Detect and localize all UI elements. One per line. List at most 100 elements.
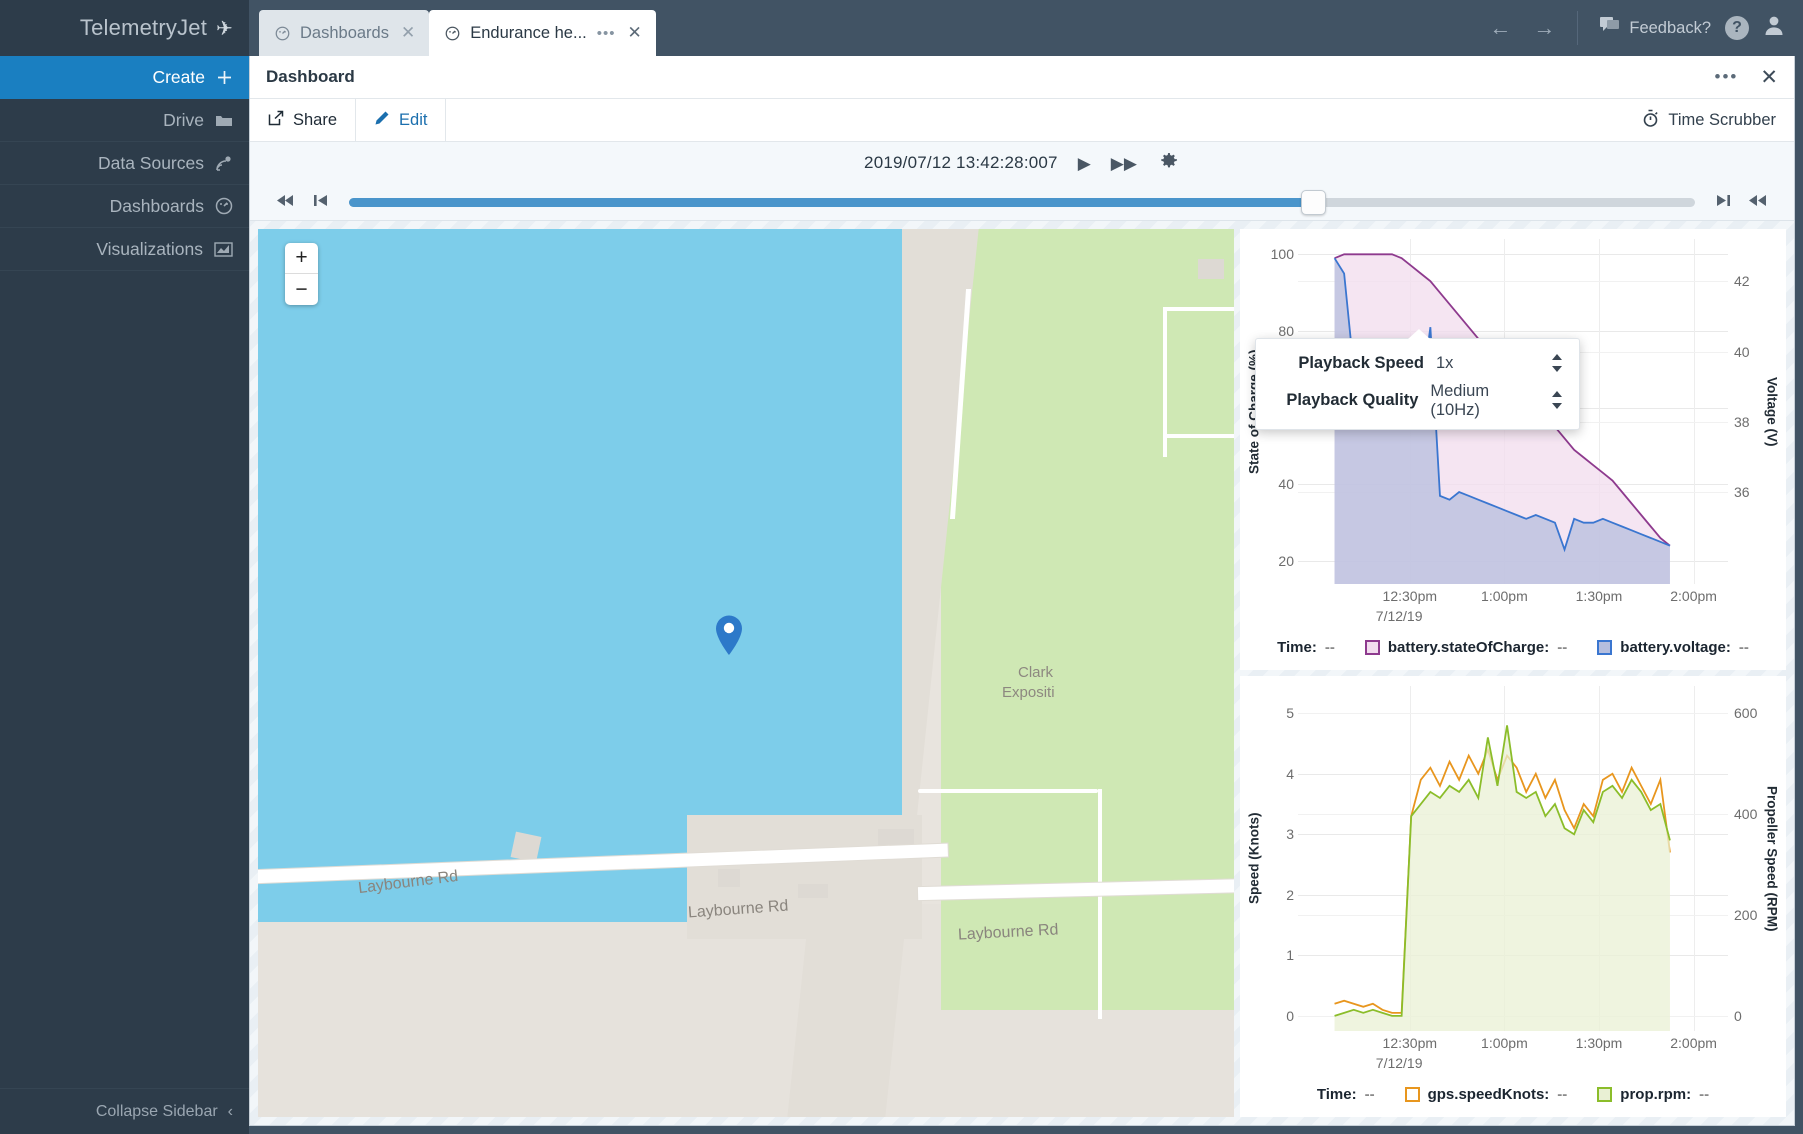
speed-chart-widget[interactable]: Speed (Knots) 012345 0200400600 Propelle… — [1240, 676, 1786, 1117]
speed-y2-axis-title: Propeller Speed (RPM) — [1762, 686, 1782, 1031]
playback-quality-value[interactable]: Medium (10Hz) — [1430, 382, 1539, 420]
edit-button[interactable]: Edit — [356, 99, 446, 142]
playback-speed-label: Playback Speed — [1272, 354, 1424, 373]
legend-item[interactable]: Time:-- — [1277, 639, 1335, 656]
legend-value: -- — [1557, 639, 1567, 656]
zoom-in-button[interactable]: + — [285, 243, 318, 274]
step-forward-button[interactable] — [1740, 193, 1776, 211]
legend-value: -- — [1325, 639, 1335, 656]
tab-dashboards[interactable]: Dashboards ✕ — [259, 10, 429, 56]
plus-icon — [216, 69, 233, 86]
legend-label: battery.voltage: — [1620, 639, 1731, 656]
speed-y-axis-ticks: 012345 — [1264, 686, 1298, 1031]
legend-item[interactable]: gps.speedKnots:-- — [1405, 1086, 1568, 1103]
time-scrubber-button[interactable]: Time Scrubber — [1624, 109, 1794, 132]
sidebar-item-label: Dashboards — [110, 196, 204, 217]
app-brand: TelemetryJet ✈ — [0, 0, 249, 56]
legend-item[interactable]: Time: -- — [1317, 1086, 1375, 1103]
collapse-sidebar-button[interactable]: Collapse Sidebar ‹ — [0, 1088, 249, 1134]
skip-to-end-button[interactable] — [1707, 193, 1740, 211]
speed-plot — [1298, 686, 1728, 1031]
legend-item[interactable]: battery.stateOfCharge: -- — [1365, 639, 1567, 656]
zoom-out-button[interactable]: − — [285, 274, 318, 305]
scrubber-handle[interactable] — [1301, 190, 1326, 215]
back-arrow-icon[interactable]: ← — [1489, 17, 1511, 39]
map-widget[interactable]: + − Laybourne RdLaybourne RdLaybourne Rd… — [258, 229, 1234, 1117]
scrubber-slider[interactable] — [349, 196, 1695, 209]
panel-header-actions: ••• ✕ — [1715, 67, 1778, 88]
playback-speed-stepper-icon[interactable] — [1551, 353, 1563, 375]
legend-swatch — [1365, 640, 1380, 655]
legend-value: -- — [1365, 1086, 1375, 1103]
fast-forward-button[interactable]: ▶▶ — [1111, 155, 1137, 172]
tab-label: Endurance he... — [470, 24, 587, 43]
legend-label: prop.rpm: — [1620, 1086, 1691, 1103]
close-icon[interactable]: ✕ — [628, 23, 642, 43]
chevron-left-icon: ‹ — [228, 1103, 233, 1121]
y2-tick-label: 40 — [1734, 344, 1750, 360]
sidebar-item-data-sources[interactable]: Data Sources — [0, 142, 249, 185]
x-axis-date-label: 7/12/19 — [1376, 608, 1423, 624]
account-avatar-icon[interactable] — [1763, 14, 1785, 42]
playback-settings-popup: Playback Speed 1x Playback Quality Mediu… — [1255, 338, 1580, 430]
y-tick-label: 80 — [1278, 323, 1294, 339]
gauge-icon — [445, 26, 460, 41]
dashboard-toolbar: Share Edit Time Scrubber — [250, 99, 1794, 142]
chart-icon — [214, 242, 233, 257]
battery-chart-widget[interactable]: State of Charge (%) 20406080100 36384042… — [1240, 229, 1786, 670]
skip-to-start-button[interactable] — [304, 193, 337, 211]
sidebar-item-visualizations[interactable]: Visualizations — [0, 228, 249, 271]
map-trail-2 — [1163, 307, 1234, 311]
topbar-actions: ← → Feedback? ? — [1489, 0, 1803, 56]
map-building-1 — [1198, 259, 1224, 279]
sidebar-item-dashboards[interactable]: Dashboards — [0, 185, 249, 228]
close-icon[interactable]: ✕ — [401, 23, 415, 43]
battery-x-axis: 12:30pm1:00pm1:30pm2:00pm7/12/19 — [1244, 584, 1782, 630]
main-region: Dashboards ✕ Endurance he... ••• ✕ ← → F… — [249, 0, 1803, 1134]
tab-more-icon[interactable]: ••• — [597, 25, 616, 42]
panel-header: Dashboard ••• ✕ — [250, 56, 1794, 99]
x-tick-label: 1:30pm — [1576, 1035, 1623, 1051]
battery-legend: Time:--battery.stateOfCharge:--battery.v… — [1244, 630, 1782, 664]
legend-label: battery.stateOfCharge: — [1388, 639, 1549, 656]
map-label: Clark — [1018, 664, 1053, 681]
y2-tick-label: 0 — [1734, 1008, 1742, 1024]
playback-quality-stepper-icon[interactable] — [1551, 390, 1563, 412]
y2-tick-label: 400 — [1734, 806, 1757, 822]
panel-close-icon[interactable]: ✕ — [1760, 67, 1778, 88]
share-button[interactable]: Share — [250, 99, 356, 142]
y-tick-label: 5 — [1286, 705, 1294, 721]
sidebar: TelemetryJet ✈ Create Drive Data Sources… — [0, 0, 249, 1134]
y-tick-label: 1 — [1286, 947, 1294, 963]
speed-chart-area: Speed (Knots) 012345 0200400600 Propelle… — [1244, 686, 1782, 1031]
legend-item[interactable]: prop.rpm:-- — [1597, 1086, 1709, 1103]
legend-item[interactable]: battery.voltage: -- — [1597, 639, 1749, 656]
panel-more-icon[interactable]: ••• — [1715, 67, 1739, 87]
play-button[interactable]: ▶ — [1078, 155, 1091, 172]
tab-endurance[interactable]: Endurance he... ••• ✕ — [429, 10, 656, 56]
gear-icon[interactable] — [1157, 150, 1180, 177]
forward-arrow-icon[interactable]: → — [1533, 17, 1555, 39]
position-marker[interactable] — [714, 614, 744, 656]
topbar-right-group: Feedback? ? — [1578, 14, 1785, 42]
playback-speed-value[interactable]: 1x — [1436, 354, 1539, 373]
nav-arrows: ← → — [1489, 11, 1578, 45]
scrubber-track-row — [250, 184, 1794, 220]
rewind-button[interactable] — [268, 193, 304, 211]
legend-label: gps.speedKnots: — [1428, 1086, 1550, 1103]
gauge-icon — [275, 26, 290, 41]
feedback-button[interactable]: Feedback? — [1600, 17, 1711, 39]
speed-legend: Time: -- gps.speedKnots:-- prop.rpm:-- — [1244, 1077, 1782, 1111]
x-tick-label: 2:00pm — [1670, 1035, 1717, 1051]
stopwatch-icon — [1642, 109, 1659, 132]
pencil-icon — [374, 110, 390, 131]
legend-value: -- — [1739, 639, 1749, 656]
dashboard-panel: Dashboard ••• ✕ Share Edit — [249, 56, 1795, 1126]
y2-tick-label: 38 — [1734, 414, 1750, 430]
map-label: Expositi — [1002, 684, 1055, 701]
share-icon — [268, 110, 284, 131]
sidebar-item-create[interactable]: Create — [0, 56, 249, 99]
sidebar-item-drive[interactable]: Drive — [0, 99, 249, 142]
legend-label: Time: — [1317, 1086, 1357, 1103]
help-icon[interactable]: ? — [1725, 16, 1749, 40]
